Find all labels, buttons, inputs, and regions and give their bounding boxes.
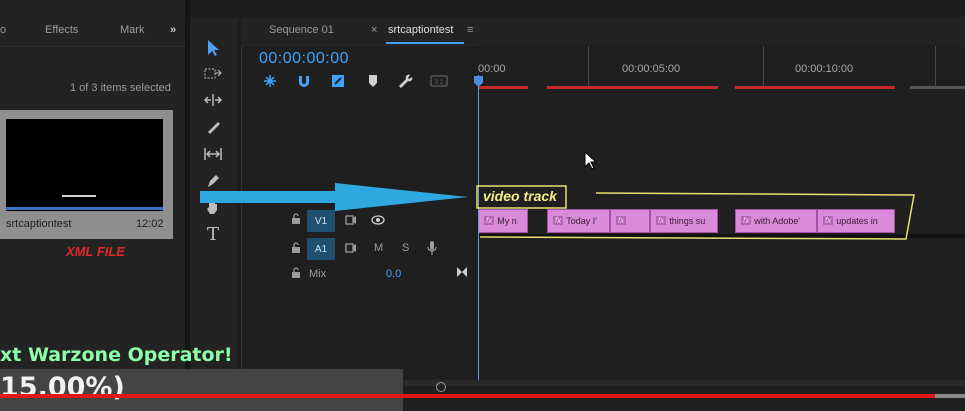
playhead-timecode[interactable]: 00:00:00:00 xyxy=(259,50,349,68)
render-bar-segment xyxy=(910,86,965,89)
tab-markers[interactable]: Mark xyxy=(120,24,144,36)
track-header-mix: Mix 0.0 xyxy=(248,262,965,288)
ruler-label-5s: 00:00:05:00 xyxy=(622,63,681,75)
lock-icon[interactable] xyxy=(291,267,301,282)
tab-srtcaptiontest[interactable]: srtcaptiontest xyxy=(388,24,453,36)
tab-sequence-01[interactable]: Sequence 01 xyxy=(269,24,334,36)
video-progress-remaining[interactable] xyxy=(935,394,965,398)
overlay-percent-text: 15.00%) xyxy=(0,372,125,403)
thumbnail-caption-line xyxy=(62,195,96,197)
selection-tool-icon[interactable] xyxy=(202,37,224,59)
snap-icon[interactable] xyxy=(295,72,313,90)
panel-overflow-icon[interactable]: » xyxy=(170,24,176,36)
xml-file-annotation: XML FILE xyxy=(66,244,125,259)
blue-arrow xyxy=(200,183,468,211)
active-tab-underline xyxy=(386,42,464,44)
project-item-duration: 12:02 xyxy=(136,218,164,230)
ruler-label-0: 00:00 xyxy=(478,63,506,75)
razor-icon[interactable] xyxy=(202,116,224,138)
tab-project[interactable]: o xyxy=(0,24,6,36)
track-select-icon[interactable] xyxy=(202,63,224,85)
mix-pan-icon[interactable] xyxy=(456,266,468,281)
video-track-annotation: video track xyxy=(483,188,557,204)
ripple-edit-icon[interactable] xyxy=(202,89,224,111)
ruler-tick xyxy=(763,46,764,86)
render-bar-segment xyxy=(547,86,718,89)
ruler-tick xyxy=(588,46,589,86)
project-item-thumbnail[interactable] xyxy=(6,119,163,211)
tab-close-icon[interactable]: × xyxy=(371,24,377,36)
render-bar-segment xyxy=(478,86,528,89)
ruler-tick xyxy=(935,46,936,86)
mix-volume-value[interactable]: 0.0 xyxy=(386,268,401,280)
ruler-label-10s: 00:00:10:00 xyxy=(795,63,854,75)
video-progress-bar[interactable] xyxy=(0,394,935,398)
add-marker-icon[interactable] xyxy=(364,72,382,90)
mix-label: Mix xyxy=(309,268,327,280)
captions-icon[interactable] xyxy=(430,72,448,90)
project-item-name: srtcaptiontest xyxy=(6,218,72,230)
overlay-title-text: xt Warzone Operator! xyxy=(0,344,233,366)
annotation-overlay xyxy=(200,183,915,240)
tab-menu-icon[interactable]: ≡ xyxy=(467,24,473,36)
nest-sequence-icon[interactable] xyxy=(261,72,279,90)
wrench-icon[interactable] xyxy=(396,72,414,90)
timeline-zoom-scrollbar[interactable] xyxy=(404,380,965,386)
timeline-tabs: Sequence 01 × srtcaptiontest ≡ xyxy=(241,18,965,46)
zoom-handle[interactable] xyxy=(436,382,446,392)
project-panel-tabs: o Effects Mark » xyxy=(0,18,185,47)
linked-selection-icon[interactable] xyxy=(329,72,347,90)
items-selected-count: 1 of 3 items selected xyxy=(70,82,171,94)
mouse-cursor-icon xyxy=(584,151,598,170)
render-bar-segment xyxy=(735,86,895,89)
thumbnail-progress-bar xyxy=(6,207,163,210)
slip-icon[interactable] xyxy=(202,143,224,165)
tab-effects[interactable]: Effects xyxy=(45,24,78,36)
